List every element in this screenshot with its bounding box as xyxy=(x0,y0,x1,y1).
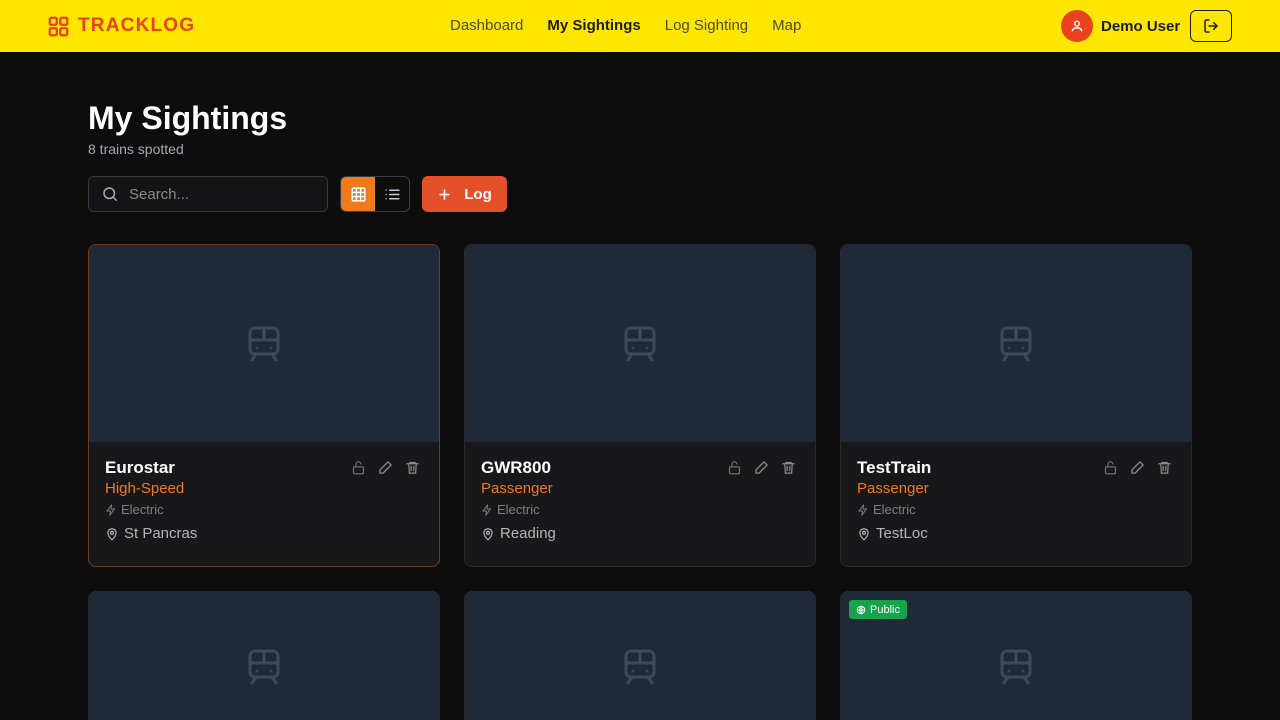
nav-my-sightings[interactable]: My Sightings xyxy=(547,17,640,34)
location-pin-icon xyxy=(483,527,493,541)
unlock-icon xyxy=(352,461,365,475)
train-icon xyxy=(624,326,656,361)
nav-log-sighting[interactable]: Log Sighting xyxy=(665,17,748,34)
train-power: Electric xyxy=(105,502,423,517)
location-pin-icon xyxy=(859,527,869,541)
lock-toggle-button[interactable] xyxy=(351,460,367,476)
edit-button[interactable] xyxy=(1130,460,1146,476)
location-label: TestLoc xyxy=(876,525,928,542)
grid-logo-icon xyxy=(48,16,69,36)
sighting-card[interactable]: GWR800 Passenger Electric Reading xyxy=(464,244,816,567)
sightings-count: 8 trains spotted xyxy=(88,141,184,157)
delete-button[interactable] xyxy=(781,460,797,476)
power-label: Electric xyxy=(497,502,540,517)
location-label: St Pancras xyxy=(124,525,198,542)
train-category: Passenger xyxy=(481,480,553,497)
sighting-card[interactable] xyxy=(464,591,816,720)
train-power: Electric xyxy=(481,502,799,517)
top-navbar: TRACKLOG Dashboard My Sightings Log Sigh… xyxy=(0,0,1280,52)
power-label: Electric xyxy=(873,502,916,517)
train-icon xyxy=(1000,326,1032,361)
log-button-label: Log xyxy=(464,185,492,203)
page-title: My Sightings xyxy=(88,100,288,136)
train-location: Reading xyxy=(481,525,799,542)
train-category: Passenger xyxy=(857,480,929,497)
edit-button[interactable] xyxy=(754,460,770,476)
card-image-placeholder xyxy=(841,245,1191,442)
user-menu[interactable]: Demo User xyxy=(1061,10,1180,42)
badge-label: Public xyxy=(870,603,900,616)
card-image-placeholder xyxy=(465,592,815,720)
globe-icon xyxy=(856,605,866,614)
grid-view-button[interactable] xyxy=(341,177,375,211)
lightning-icon xyxy=(482,504,491,515)
card-actions xyxy=(727,460,797,476)
card-body: GWR800 Passenger Electric Reading xyxy=(465,442,815,566)
card-image-placeholder xyxy=(89,245,439,442)
power-label: Electric xyxy=(121,502,164,517)
lock-toggle-button[interactable] xyxy=(727,460,743,476)
app-name: TRACKLOG xyxy=(78,15,196,36)
nav-map[interactable]: Map xyxy=(772,17,801,34)
train-power: Electric xyxy=(857,502,1175,517)
train-category: High-Speed xyxy=(105,480,185,497)
train-icon xyxy=(1000,649,1032,685)
card-image-placeholder xyxy=(465,245,815,442)
location-label: Reading xyxy=(500,525,556,542)
unlock-icon xyxy=(1104,461,1117,475)
search-box[interactable] xyxy=(88,176,328,212)
nav-dashboard[interactable]: Dashboard xyxy=(450,17,523,34)
location-pin-icon xyxy=(107,527,117,541)
sighting-card[interactable]: TestTrain Passenger Electric TestLoc xyxy=(840,244,1192,567)
train-icon xyxy=(248,649,280,685)
train-icon xyxy=(624,649,656,685)
delete-button[interactable] xyxy=(1157,460,1173,476)
card-body: Eurostar High-Speed Electric St Pancras xyxy=(89,442,439,566)
list-view-button[interactable] xyxy=(375,177,409,211)
main-nav: Dashboard My Sightings Log Sighting Map xyxy=(450,17,801,34)
lightning-icon xyxy=(858,504,867,515)
card-body: TestTrain Passenger Electric TestLoc xyxy=(841,442,1191,566)
avatar[interactable] xyxy=(1061,10,1093,42)
public-badge: Public xyxy=(849,600,907,619)
app-logo[interactable]: TRACKLOG xyxy=(48,14,195,38)
train-location: St Pancras xyxy=(105,525,423,542)
log-sighting-button[interactable]: Log xyxy=(422,176,507,212)
train-icon xyxy=(248,326,280,361)
user-name: Demo User xyxy=(1101,17,1181,35)
list-icon xyxy=(384,189,400,199)
view-toggle xyxy=(340,176,410,212)
pencil-icon xyxy=(379,461,392,474)
trash-icon xyxy=(782,461,795,474)
unlock-icon xyxy=(728,461,741,475)
search-icon xyxy=(103,187,118,202)
grid-icon xyxy=(350,186,366,202)
logout-icon xyxy=(1204,19,1218,33)
sighting-card[interactable]: Eurostar High-Speed Electric St Pancras xyxy=(88,244,440,567)
pencil-icon xyxy=(1131,461,1144,474)
sighting-card[interactable] xyxy=(88,591,440,720)
card-actions xyxy=(1103,460,1173,476)
sighting-card[interactable]: Public xyxy=(840,591,1192,720)
edit-button[interactable] xyxy=(378,460,394,476)
trash-icon xyxy=(406,461,419,474)
delete-button[interactable] xyxy=(405,460,421,476)
plus-icon xyxy=(439,188,450,200)
train-location: TestLoc xyxy=(857,525,1175,542)
card-image-placeholder xyxy=(89,592,439,720)
lock-toggle-button[interactable] xyxy=(1103,460,1119,476)
search-input[interactable] xyxy=(129,185,309,203)
user-icon xyxy=(1071,20,1083,32)
card-actions xyxy=(351,460,421,476)
trash-icon xyxy=(1158,461,1171,474)
card-image-placeholder: Public xyxy=(841,592,1191,720)
pencil-icon xyxy=(755,461,768,474)
logout-button[interactable] xyxy=(1190,10,1232,42)
lightning-icon xyxy=(106,504,115,515)
